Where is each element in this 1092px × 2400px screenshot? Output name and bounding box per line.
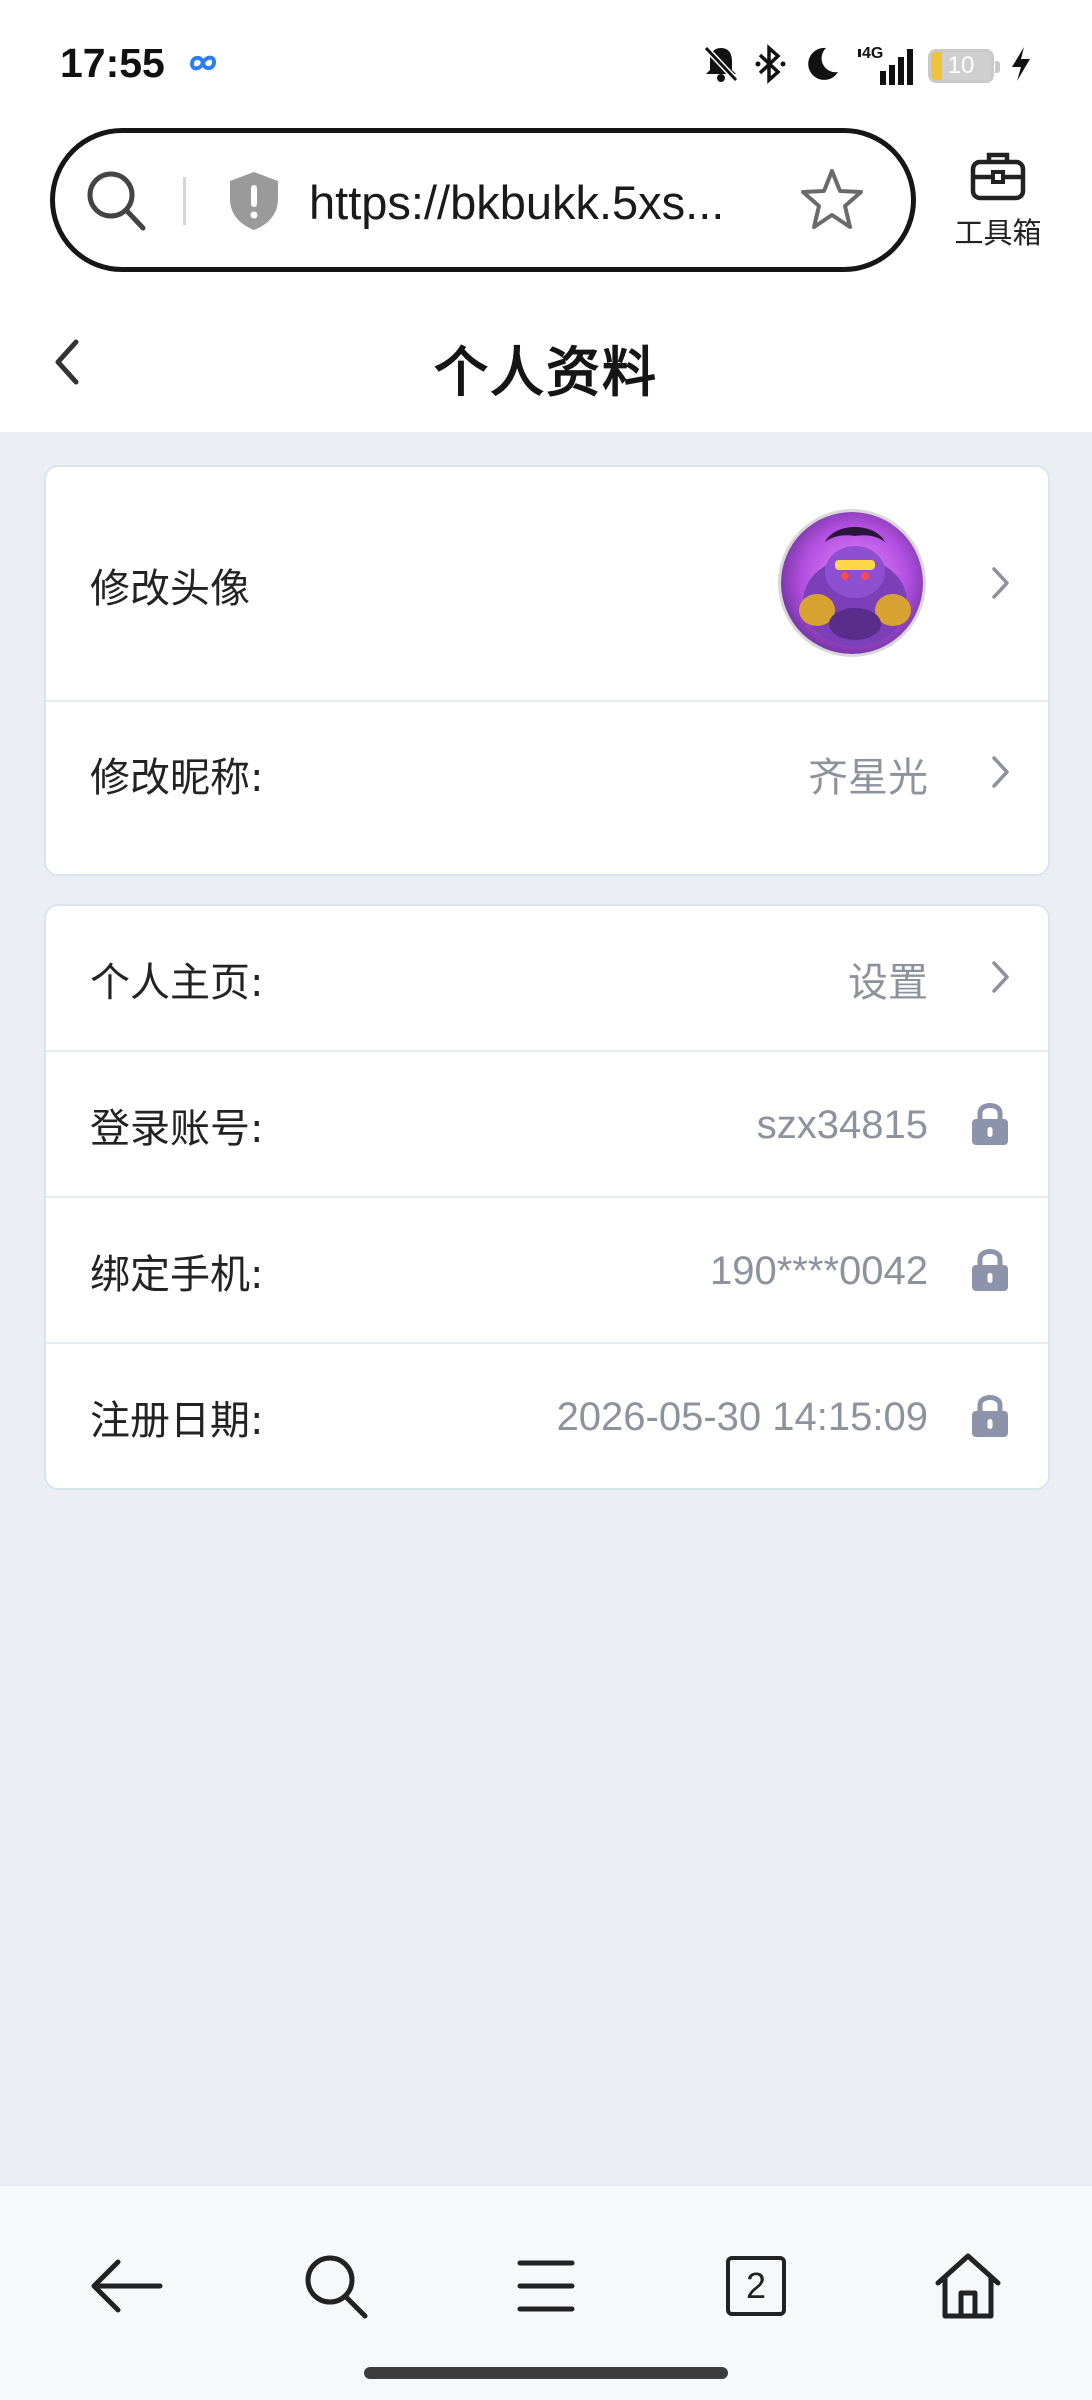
arrow-left-icon <box>91 2259 163 2313</box>
address-bar[interactable]: https://bkbukk.5xs... <box>50 128 916 272</box>
battery-icon: 10 <box>928 49 1000 83</box>
charging-icon <box>1008 45 1034 87</box>
nickname-row[interactable]: 修改昵称: 齐星光 <box>46 702 1048 846</box>
url-text[interactable]: https://bkbukk.5xs... <box>309 173 759 233</box>
page-header: 个人资料 <box>0 300 1092 432</box>
page-title: 个人资料 <box>434 341 658 404</box>
homepage-label: 个人主页: <box>90 960 264 1006</box>
account-label: 登录账号: <box>90 1106 264 1152</box>
battery-level: 10 <box>947 52 975 79</box>
star-icon[interactable] <box>797 165 867 239</box>
profile-card-account: 个人主页: 设置 登录账号: szx34815 绑定手机: 190****004… <box>44 904 1050 1490</box>
register-date-value: 2026-05-30 14:15:09 <box>556 1394 928 1439</box>
bluetooth-icon <box>754 44 788 88</box>
lock-icon <box>970 1246 1010 1296</box>
status-icons: 4G 10 <box>702 42 1034 90</box>
lock-icon <box>970 1392 1010 1442</box>
chevron-right-icon <box>990 959 1012 999</box>
shield-icon[interactable] <box>225 169 283 237</box>
tab-count: 2 <box>745 2265 767 2306</box>
moon-icon <box>802 44 842 88</box>
register-date-row: 注册日期: 2026-05-30 14:15:09 <box>46 1344 1048 1488</box>
account-value: szx34815 <box>756 1102 928 1147</box>
chevron-right-icon <box>990 565 1012 605</box>
menu-icon <box>517 2260 575 2312</box>
phone-label: 绑定手机: <box>90 1252 264 1298</box>
avatar[interactable] <box>778 509 926 657</box>
tabs-icon: 2 <box>726 2256 786 2316</box>
toolbox-button[interactable]: 工具箱 <box>946 150 1050 260</box>
lock-icon <box>970 1100 1010 1150</box>
signal-icon: 4G <box>856 45 914 87</box>
nav-search-button[interactable] <box>288 2238 384 2334</box>
nickname-value: 齐星光 <box>808 755 928 801</box>
address-separator <box>183 177 186 225</box>
nav-menu-button[interactable] <box>498 2238 594 2334</box>
mute-bell-icon <box>702 44 740 88</box>
homepage-value: 设置 <box>848 960 928 1006</box>
avatar-label: 修改头像 <box>90 565 250 612</box>
home-icon <box>935 2253 1001 2319</box>
phone-row: 绑定手机: 190****0042 <box>46 1198 1048 1344</box>
toolbox-icon <box>969 152 1027 206</box>
status-time: 17:55 <box>60 40 165 86</box>
nav-tabs-button[interactable]: 2 <box>708 2238 804 2334</box>
nickname-label: 修改昵称: <box>90 755 264 801</box>
search-icon <box>305 2255 368 2319</box>
search-icon[interactable] <box>83 167 149 239</box>
avatar-row[interactable]: 修改头像 <box>46 467 1048 702</box>
status-bar: 17:55 4G 10 <box>0 0 1092 130</box>
account-row: 登录账号: szx34815 <box>46 1052 1048 1198</box>
cloud-sync-icon <box>186 50 220 80</box>
nav-home-button[interactable] <box>920 2238 1016 2334</box>
profile-card-basic: 修改头像 修改昵称: 齐星光 <box>44 465 1050 876</box>
homepage-row[interactable]: 个人主页: 设置 <box>46 906 1048 1052</box>
register-date-label: 注册日期: <box>90 1398 264 1444</box>
chevron-right-icon <box>990 754 1012 794</box>
nav-back-button[interactable] <box>78 2238 174 2334</box>
home-indicator[interactable] <box>364 2367 728 2379</box>
toolbox-label: 工具箱 <box>954 216 1042 250</box>
phone-value: 190****0042 <box>710 1248 928 1293</box>
